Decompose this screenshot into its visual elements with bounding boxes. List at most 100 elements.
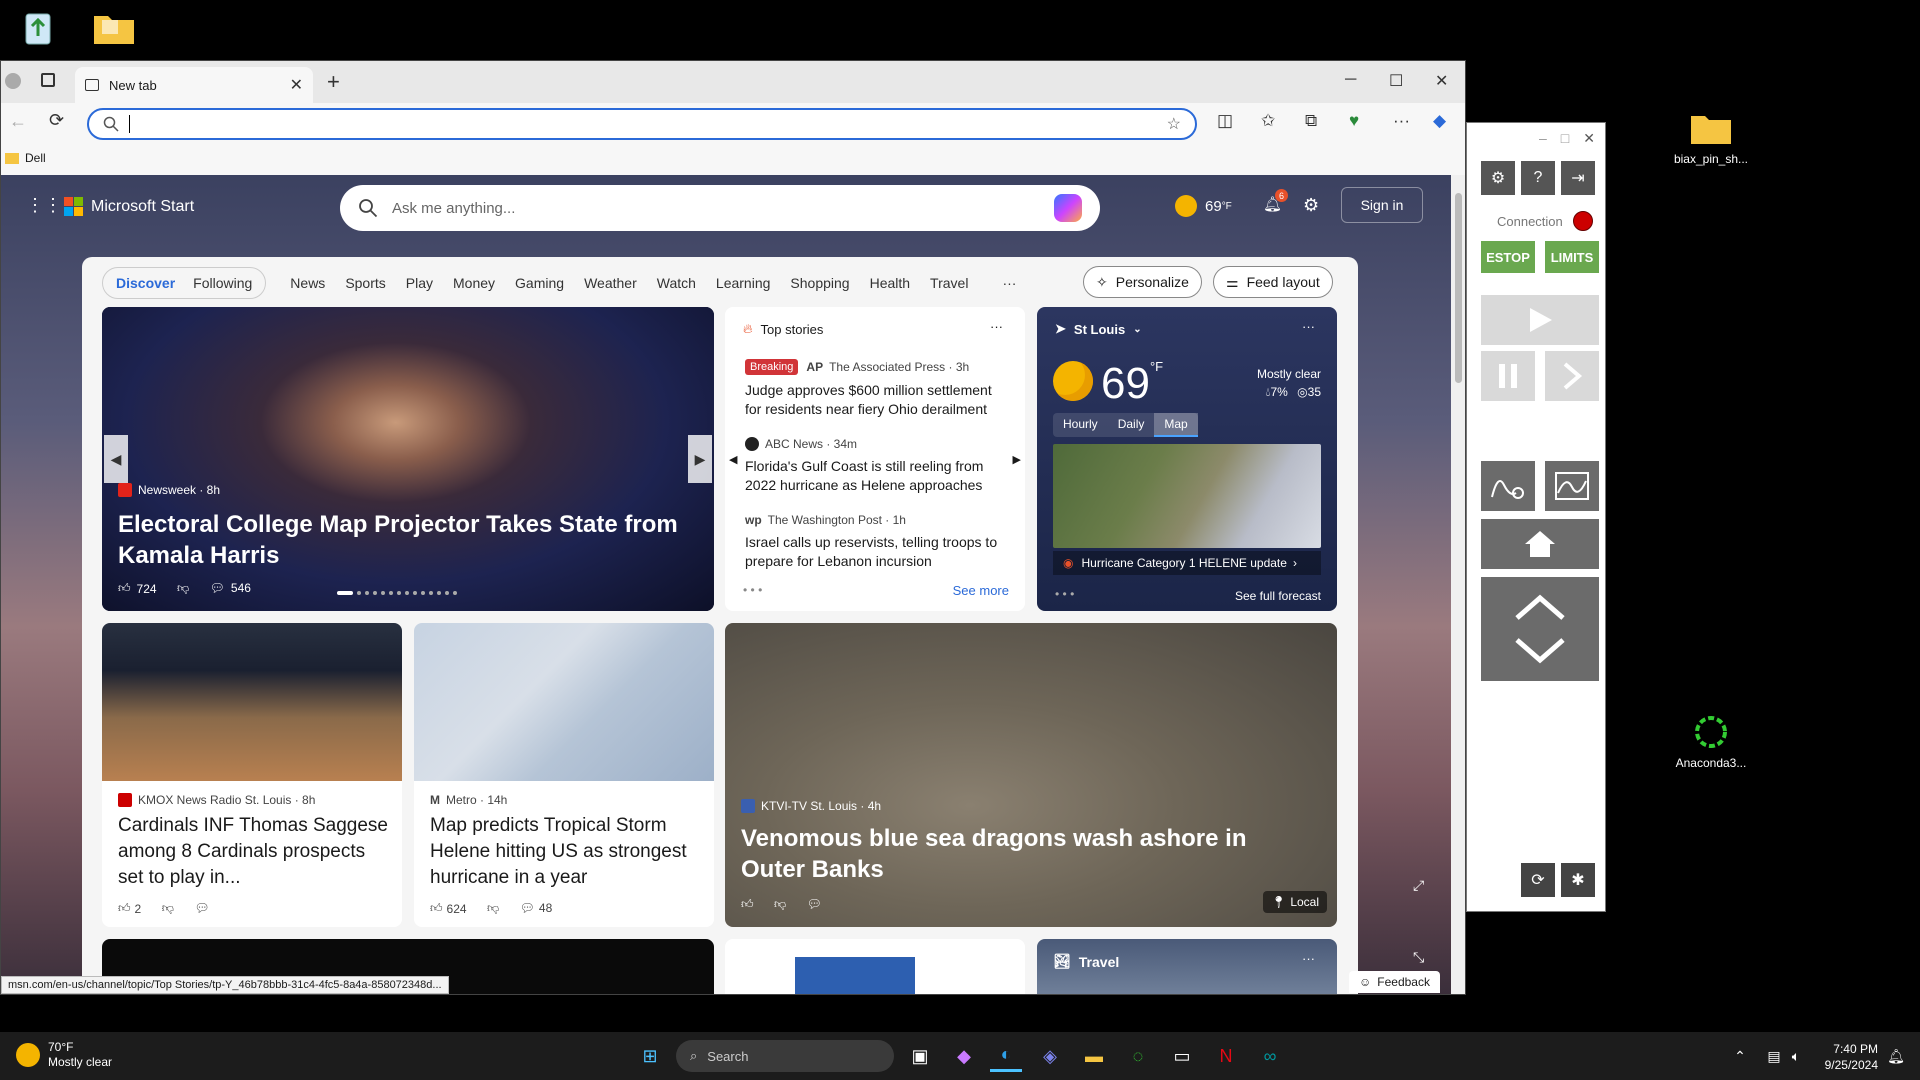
scrollbar-thumb[interactable] <box>1455 193 1462 383</box>
start-icon[interactable]: ⊞ <box>634 1040 666 1072</box>
tab-discover[interactable]: Discover <box>107 275 184 291</box>
desktop-anaconda[interactable]: Anaconda3... <box>1666 714 1756 770</box>
nav-more-icon[interactable]: ··· <box>992 275 1026 291</box>
hurricane-alert[interactable]: ◉ Hurricane Category 1 HELENE update › <box>1053 551 1321 575</box>
edge-icon[interactable]: ◐ <box>990 1040 1022 1072</box>
nav-gaming[interactable]: Gaming <box>505 275 574 291</box>
tab-actions-icon[interactable] <box>41 73 55 87</box>
comment-button[interactable]: 💬︎ 546 <box>210 581 251 595</box>
tune-button[interactable] <box>1481 461 1535 511</box>
home-button[interactable] <box>1481 519 1599 569</box>
msn-search-input[interactable]: Ask me anything... <box>392 200 515 217</box>
tab-new-tab[interactable]: New tab ✕ <box>75 67 313 103</box>
sign-in-button[interactable]: Sign in <box>1341 187 1423 223</box>
hero-card[interactable]: ◀ ▶ Newsweek · 8h Electoral College Map … <box>102 307 714 611</box>
settings-gear-icon[interactable]: ⚙ <box>1303 195 1319 216</box>
chart-button[interactable] <box>1545 461 1599 511</box>
task-view-icon[interactable]: ▣ <box>904 1040 936 1072</box>
collections-icon[interactable]: ⧉ <box>1305 111 1317 131</box>
nav-weather[interactable]: Weather <box>574 275 647 291</box>
desktop-folder-biax[interactable]: biax_pin_sh... <box>1666 110 1756 166</box>
more-options-icon[interactable]: ··· <box>990 319 1003 334</box>
estop-button[interactable]: ESTOP <box>1481 241 1535 273</box>
dislike-button[interactable]: 👎︎ <box>487 901 499 916</box>
copilot-icon[interactable] <box>1054 194 1082 222</box>
address-input[interactable] <box>129 115 130 133</box>
more-options-icon[interactable]: ··· <box>1302 951 1315 966</box>
like-button[interactable]: 👍︎ 2 <box>118 901 141 916</box>
see-more-link[interactable]: See more <box>953 583 1009 598</box>
feed-layout-button[interactable]: ⚌ Feed layout <box>1213 266 1333 298</box>
comment-button[interactable]: 💬︎ <box>807 897 822 911</box>
netflix-icon[interactable]: N <box>1210 1040 1242 1072</box>
new-tab-button[interactable]: + <box>327 69 340 95</box>
article-card[interactable] <box>725 939 1025 994</box>
step-button[interactable] <box>1545 351 1599 401</box>
clock[interactable]: 7:40 PM 9/25/2024 <box>1814 1041 1878 1073</box>
story-title[interactable]: Florida's Gulf Coast is still reeling fr… <box>745 457 1009 495</box>
weather-card[interactable]: ➤ St Louis ⌄ ··· 69°F Mostly clear 💧︎7% … <box>1037 307 1337 611</box>
help-button[interactable]: ? <box>1521 161 1555 195</box>
pause-button[interactable] <box>1481 351 1535 401</box>
maximize-icon[interactable]: □ <box>1561 130 1569 146</box>
folder-shortcut-icon[interactable] <box>69 10 159 52</box>
carousel-next-button[interactable]: ▶ <box>688 435 712 483</box>
nav-health[interactable]: Health <box>860 275 920 291</box>
story-item[interactable]: Breaking AP The Associated Press · 3h Judg… <box>745 359 1009 419</box>
story-title[interactable]: Judge approves $600 million settlement f… <box>745 381 1009 419</box>
stories-next-icon[interactable]: ▶ <box>1013 453 1021 466</box>
dislike-button[interactable]: 👎︎ <box>162 901 174 916</box>
like-button[interactable]: 👍︎ 724 <box>118 581 157 596</box>
feedback-button[interactable]: ☺ Feedback <box>1349 971 1440 993</box>
nav-travel[interactable]: Travel <box>920 275 978 291</box>
article-title[interactable]: Map predicts Tropical Storm Helene hitti… <box>430 813 700 891</box>
jog-up-down-button[interactable] <box>1481 577 1599 681</box>
minimize-icon[interactable]: – <box>1539 130 1547 146</box>
personalize-button[interactable]: ✧ Personalize <box>1083 266 1202 298</box>
local-badge[interactable]: 📍︎ Local <box>1263 891 1327 913</box>
msn-search-box[interactable]: Ask me anything... <box>340 185 1100 231</box>
story-item[interactable]: wp The Washington Post · 1h Israel calls … <box>745 513 1009 571</box>
arduino-icon[interactable]: ∞ <box>1254 1040 1286 1072</box>
maximize-icon[interactable]: ☐ <box>1389 71 1403 91</box>
reload-icon[interactable]: ⟳ <box>49 110 64 131</box>
nav-money[interactable]: Money <box>443 275 505 291</box>
weather-location[interactable]: ➤ St Louis ⌄ <box>1055 321 1142 337</box>
weather-map[interactable] <box>1053 444 1321 548</box>
favorites-icon[interactable]: ✩ <box>1261 111 1275 131</box>
tab-daily[interactable]: Daily <box>1108 413 1155 437</box>
comment-button[interactable]: 💬︎ 48 <box>520 901 553 915</box>
article-title[interactable]: Cardinals INF Thomas Saggese among 8 Car… <box>118 813 388 891</box>
close-window-icon[interactable]: ✕ <box>1435 71 1448 91</box>
limits-button[interactable]: LIMITS <box>1545 241 1599 273</box>
story-item[interactable]: ABC News · 34m Florida's Gulf Coast is s… <box>745 437 1009 495</box>
article-title[interactable]: Venomous blue sea dragons wash ashore in… <box>741 823 1301 885</box>
refresh-button[interactable]: ⟳ <box>1521 863 1555 897</box>
more-menu-icon[interactable]: ··· <box>1393 111 1410 131</box>
article-card[interactable]: KMOX News Radio St. Louis · 8h Cardinals… <box>102 623 402 927</box>
nav-shopping[interactable]: Shopping <box>780 275 859 291</box>
nav-watch[interactable]: Watch <box>647 275 706 291</box>
taskbar-search[interactable]: ⌕ Search <box>676 1040 894 1072</box>
volume-icon[interactable]: 🔈︎ <box>1780 1040 1812 1072</box>
snow-button[interactable]: ✱ <box>1561 863 1595 897</box>
comment-button[interactable]: 💬︎ <box>194 901 209 915</box>
image-info-icon[interactable]: ⤡ <box>1413 949 1424 966</box>
play-button[interactable] <box>1481 295 1599 345</box>
minimize-icon[interactable]: ─ <box>1345 71 1356 89</box>
copilot-icon[interactable]: ◆ <box>948 1040 980 1072</box>
address-bar[interactable]: ☆ <box>87 108 1197 140</box>
exit-button[interactable]: ⇥ <box>1561 161 1595 195</box>
taskbar-weather[interactable]: 70°F Mostly clear <box>16 1040 112 1070</box>
file-explorer-icon[interactable]: ▬ <box>1078 1040 1110 1072</box>
travel-card[interactable]: 🏞︎ Travel ··· <box>1037 939 1337 994</box>
featured-article-card[interactable]: KTVI-TV St. Louis · 4h Venomous blue sea… <box>725 623 1337 927</box>
nav-sports[interactable]: Sports <box>335 275 395 291</box>
like-button[interactable]: 👍︎ <box>741 897 754 912</box>
carousel-prev-button[interactable]: ◀ <box>104 435 128 483</box>
close-tab-icon[interactable]: ✕ <box>290 75 303 95</box>
nav-play[interactable]: Play <box>396 275 443 291</box>
settings-button[interactable]: ⚙ <box>1481 161 1515 195</box>
anaconda-icon[interactable]: ◌ <box>1122 1040 1154 1072</box>
close-icon[interactable]: ✕ <box>1583 130 1595 147</box>
